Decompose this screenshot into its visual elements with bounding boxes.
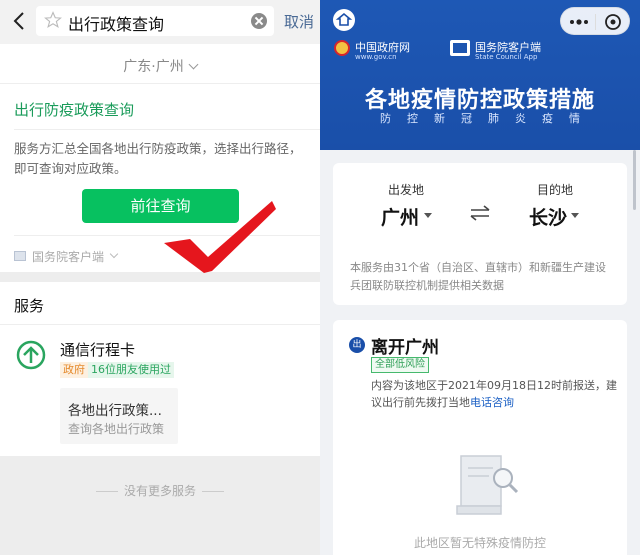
chevron-down-icon bbox=[188, 59, 199, 70]
mini-program-pane: 中国政府网 www.gov.cn 国务院客户端 State Council Ap… bbox=[320, 0, 640, 555]
subtitle-char: 炎 bbox=[515, 112, 526, 125]
subtitle-char: 新 bbox=[434, 112, 445, 125]
gov-tag: 政府 bbox=[60, 362, 88, 378]
sub-service-card[interactable]: 各地出行政策... 查询各地出行政策 bbox=[60, 388, 178, 444]
state-council-en: State Council App bbox=[475, 53, 538, 61]
split-screenshot: 出行政策查询 取消 广东·广州 出行防疫政策查询 服务方汇总全国各地出行防疫政策… bbox=[0, 0, 640, 555]
divider bbox=[0, 324, 320, 325]
empty-state-text: 此地区暂无特殊疫情防控 bbox=[413, 536, 546, 550]
departure-description: 内容为该地区于2021年09月18日12时前报送，建议出行前先拨打当地电话咨询 bbox=[371, 377, 617, 411]
source-label: 国务院客户端 bbox=[32, 250, 105, 264]
app-logo-icon bbox=[14, 251, 26, 261]
arrow-up-circle-icon[interactable] bbox=[16, 340, 46, 370]
search-bar: 出行政策查询 取消 bbox=[0, 0, 320, 44]
search-input[interactable]: 出行政策查询 bbox=[36, 6, 274, 36]
route-description: 本服务由31个省（自治区、直辖市）和新疆生产建设兵团联防联控机制提供相关数据 bbox=[350, 261, 606, 292]
divider bbox=[595, 14, 596, 30]
departure-badge: 出 bbox=[349, 337, 365, 353]
national-emblem-icon bbox=[334, 40, 350, 56]
services-card: 服务 通信行程卡 政府 16位朋友使用过 各地出行政策... 查询各地出行政策 bbox=[0, 282, 320, 456]
friends-tag: 16位朋友使用过 bbox=[88, 362, 174, 378]
banner-subtitle: 防 控 新 冠 肺 炎 疫 情 bbox=[380, 110, 580, 126]
divider bbox=[202, 491, 224, 492]
route-card: 出发地 目的地 广州 长沙 本服务由31个省（自治区、直辖市）和新疆生产建设兵团… bbox=[333, 163, 627, 305]
gov-site-url: www.gov.cn bbox=[355, 53, 397, 61]
red-checkmark-icon bbox=[164, 201, 276, 273]
sub-service-title: 各地出行政策... bbox=[68, 403, 162, 419]
from-label: 出发地 bbox=[388, 183, 425, 197]
subtitle-char: 疫 bbox=[542, 112, 553, 125]
caret-down-icon bbox=[571, 213, 579, 218]
location-selector[interactable]: 广东·广州 bbox=[0, 44, 320, 84]
clear-icon[interactable] bbox=[251, 13, 267, 29]
risk-level-tag: 全部低风险 bbox=[371, 357, 429, 373]
search-query: 出行政策查询 bbox=[68, 15, 165, 34]
from-city-select[interactable]: 广州 bbox=[381, 203, 419, 230]
scrollbar[interactable] bbox=[633, 150, 636, 210]
chevron-down-icon bbox=[109, 249, 119, 259]
more-icon[interactable] bbox=[569, 15, 589, 29]
divider bbox=[14, 129, 320, 130]
empty-document-icon bbox=[456, 455, 519, 515]
no-more-label: 没有更多服务 bbox=[123, 484, 196, 498]
phone-consult-link[interactable]: 电话咨询 bbox=[470, 396, 514, 409]
wechat-search-pane: 出行政策查询 取消 广东·广州 出行防疫政策查询 服务方汇总全国各地出行防疫政策… bbox=[0, 0, 320, 555]
swap-icon[interactable] bbox=[469, 205, 491, 221]
location-text: 广东·广州 bbox=[123, 59, 184, 75]
no-more-services: 没有更多服务 bbox=[0, 482, 320, 499]
back-arrow-icon[interactable] bbox=[10, 9, 30, 33]
subtitle-char: 冠 bbox=[461, 112, 472, 125]
to-city-select[interactable]: 长沙 bbox=[529, 203, 567, 230]
services-header: 服务 bbox=[14, 297, 45, 315]
state-council-logo-icon bbox=[450, 40, 470, 56]
divider bbox=[95, 491, 118, 492]
subtitle-char: 防 bbox=[380, 112, 391, 125]
capsule-menu bbox=[560, 7, 630, 35]
subtitle-char: 情 bbox=[569, 112, 580, 125]
close-miniprogram-icon[interactable] bbox=[604, 13, 622, 31]
cancel-button[interactable]: 取消 bbox=[284, 11, 314, 32]
star-icon bbox=[44, 11, 62, 28]
policy-title[interactable]: 出行防疫政策查询 bbox=[14, 99, 134, 120]
subtitle-char: 控 bbox=[407, 112, 418, 125]
app-name[interactable]: 通信行程卡 bbox=[60, 339, 135, 360]
sub-service-desc: 查询各地出行政策 bbox=[68, 422, 165, 436]
caret-down-icon bbox=[424, 213, 432, 218]
departure-title: 离开广州 bbox=[371, 338, 439, 358]
departure-policy-card: 出 离开广州 全部低风险 内容为该地区于2021年09月18日12时前报送，建议… bbox=[333, 320, 627, 555]
subtitle-char: 肺 bbox=[488, 112, 499, 125]
home-icon[interactable] bbox=[333, 9, 355, 31]
header-banner: 中国政府网 www.gov.cn 国务院客户端 State Council Ap… bbox=[320, 0, 640, 150]
policy-description: 服务方汇总全国各地出行防疫政策，选择出行路径，即可查询对应政策。 bbox=[14, 141, 302, 176]
to-label: 目的地 bbox=[537, 183, 574, 197]
